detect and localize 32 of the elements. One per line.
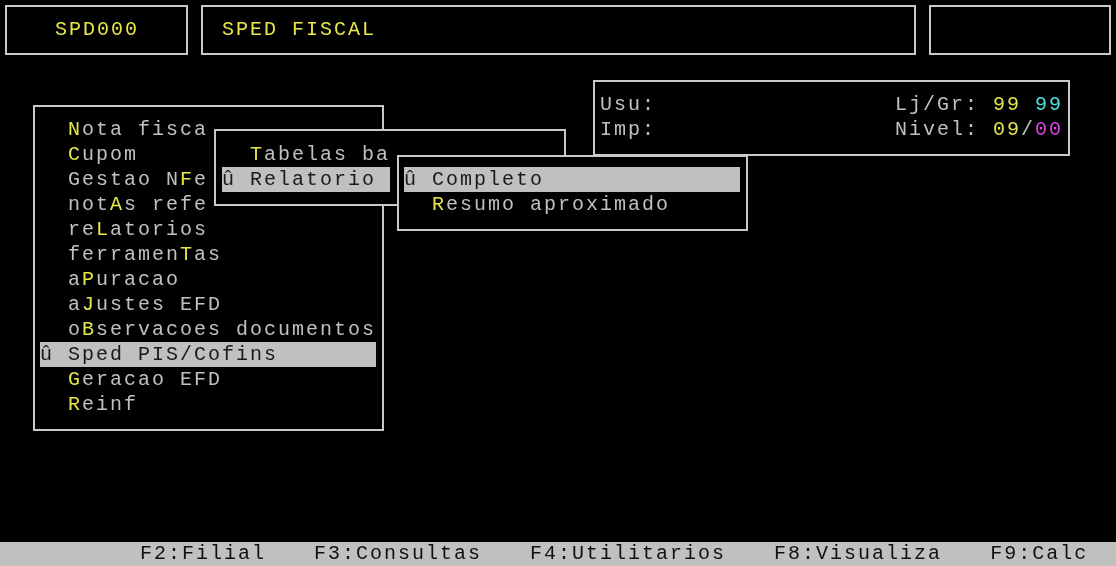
function-key[interactable]: F2:Filial (140, 542, 267, 566)
field-label: Imp: (600, 117, 656, 142)
field-label: Nivel: (894, 117, 979, 142)
menu-item[interactable]: Nota fisca (40, 117, 209, 142)
field-value: 99 (1035, 92, 1063, 117)
menu-item[interactable]: Geracao EFD (40, 367, 223, 392)
menu-item[interactable]: Resumo aproximado (404, 192, 671, 217)
menu-item[interactable]: Cupom (40, 142, 139, 167)
field-label: Usu: (600, 92, 656, 117)
function-key[interactable]: F3:Consultas (314, 542, 483, 566)
menu-item[interactable]: Tabelas ba (222, 142, 391, 167)
menu-item[interactable]: notAs refe (40, 192, 209, 217)
field-value: / (1020, 117, 1035, 142)
menu-item[interactable]: Reinf (40, 392, 139, 417)
title-box: SPED FISCAL (201, 5, 916, 55)
menu-item[interactable]: aJustes EFD (40, 292, 223, 317)
function-key[interactable]: F9:Calc (990, 542, 1089, 566)
menu-item[interactable]: û Sped PIS/Cofins (40, 342, 376, 367)
menu-item[interactable]: û Completo (404, 167, 740, 192)
menu-item[interactable]: û Relatorio (222, 167, 390, 192)
field-value: 00 (1035, 117, 1063, 142)
menu-item[interactable]: ferramenTas (40, 242, 223, 267)
function-key[interactable]: F4:Utilitarios (530, 542, 727, 566)
field-value: 09 (992, 117, 1021, 142)
menu-item[interactable]: aPuracao (40, 267, 181, 292)
menu-item[interactable]: oBservacoes documentos (40, 317, 377, 342)
field-label: Lj/Gr: (894, 92, 979, 117)
menu-item[interactable]: reLatorios (40, 217, 209, 242)
function-key[interactable]: F8:Visualiza (774, 542, 943, 566)
program-code-box: SPD000 (5, 5, 188, 55)
field-value: 99 (992, 92, 1022, 117)
menu-item[interactable]: Gestao NFe (40, 167, 209, 192)
